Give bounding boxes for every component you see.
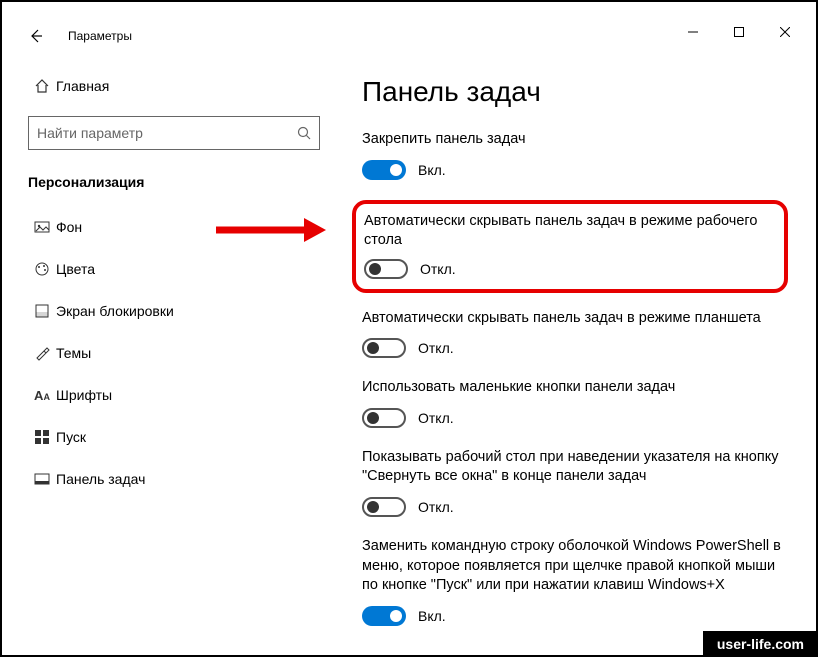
section-label: Персонализация [28, 174, 332, 190]
home-link[interactable]: Главная [28, 66, 332, 106]
lockscreen-icon [28, 303, 56, 319]
nav-list: Фон Цвета Экран блокировки Темы AA Шрифт… [28, 206, 332, 500]
maximize-button[interactable] [716, 16, 762, 48]
sidebar-item-label: Шрифты [56, 387, 112, 403]
toggle-state: Вкл. [418, 608, 446, 624]
sidebar: Главная Найти параметр Персонализация Фо… [12, 56, 332, 642]
window-title: Параметры [68, 29, 132, 43]
search-placeholder: Найти параметр [37, 125, 297, 141]
sidebar-item-label: Панель задач [56, 471, 145, 487]
home-label: Главная [56, 78, 109, 94]
start-icon [28, 430, 56, 444]
toggle-powershell[interactable] [362, 606, 406, 626]
sidebar-item-label: Фон [56, 219, 82, 235]
sidebar-item-colors[interactable]: Цвета [28, 248, 332, 290]
search-icon [297, 126, 311, 140]
titlebar: Параметры [12, 16, 808, 56]
sidebar-item-themes[interactable]: Темы [28, 332, 332, 374]
window-body: Главная Найти параметр Персонализация Фо… [12, 56, 808, 642]
themes-icon [28, 345, 56, 361]
home-icon [28, 78, 56, 94]
watermark: user-life.com [703, 631, 818, 657]
setting-label: Автоматически скрывать панель задач в ре… [362, 309, 788, 329]
sidebar-item-label: Пуск [56, 429, 86, 445]
toggle-lock-taskbar[interactable] [362, 160, 406, 180]
page-title: Панель задач [362, 76, 788, 108]
setting-label: Показывать рабочий стол при наведении ук… [362, 448, 788, 487]
sidebar-item-label: Темы [56, 345, 91, 361]
setting-label: Использовать маленькие кнопки панели зад… [362, 378, 788, 398]
sidebar-item-label: Цвета [56, 261, 95, 277]
toggle-autohide-desktop[interactable] [364, 259, 408, 279]
settings-window: Параметры Главная Найти параметр Персона… [12, 16, 808, 642]
toggle-state: Откл. [420, 261, 456, 277]
highlighted-setting: Автоматически скрывать панель задач в ре… [352, 200, 788, 293]
back-button[interactable] [22, 22, 50, 50]
setting-label: Закрепить панель задач [362, 130, 788, 150]
setting-label: Заменить командную строку оболочкой Wind… [362, 537, 788, 596]
taskbar-icon [28, 471, 56, 487]
content-panel: Панель задач Закрепить панель задач Вкл.… [332, 56, 808, 642]
setting-autohide-tablet: Автоматически скрывать панель задач в ре… [362, 309, 788, 359]
toggle-state: Откл. [418, 340, 454, 356]
toggle-state: Вкл. [418, 162, 446, 178]
sidebar-item-lockscreen[interactable]: Экран блокировки [28, 290, 332, 332]
toggle-peek-desktop[interactable] [362, 497, 406, 517]
sidebar-item-start[interactable]: Пуск [28, 416, 332, 458]
toggle-small-buttons[interactable] [362, 408, 406, 428]
toggle-autohide-tablet[interactable] [362, 338, 406, 358]
setting-lock-taskbar: Закрепить панель задач Вкл. [362, 130, 788, 180]
setting-label: Автоматически скрывать панель задач в ре… [364, 212, 772, 251]
minimize-button[interactable] [670, 16, 716, 48]
palette-icon [28, 261, 56, 277]
sidebar-item-label: Экран блокировки [56, 303, 174, 319]
setting-peek-desktop: Показывать рабочий стол при наведении ук… [362, 448, 788, 517]
close-button[interactable] [762, 16, 808, 48]
search-input[interactable]: Найти параметр [28, 116, 320, 150]
toggle-state: Откл. [418, 499, 454, 515]
picture-icon [28, 219, 56, 235]
fonts-icon: AA [28, 388, 56, 403]
setting-powershell: Заменить командную строку оболочкой Wind… [362, 537, 788, 626]
window-controls [670, 16, 808, 48]
setting-small-buttons: Использовать маленькие кнопки панели зад… [362, 378, 788, 428]
sidebar-item-fonts[interactable]: AA Шрифты [28, 374, 332, 416]
sidebar-item-background[interactable]: Фон [28, 206, 332, 248]
toggle-state: Откл. [418, 410, 454, 426]
sidebar-item-taskbar[interactable]: Панель задач [28, 458, 332, 500]
